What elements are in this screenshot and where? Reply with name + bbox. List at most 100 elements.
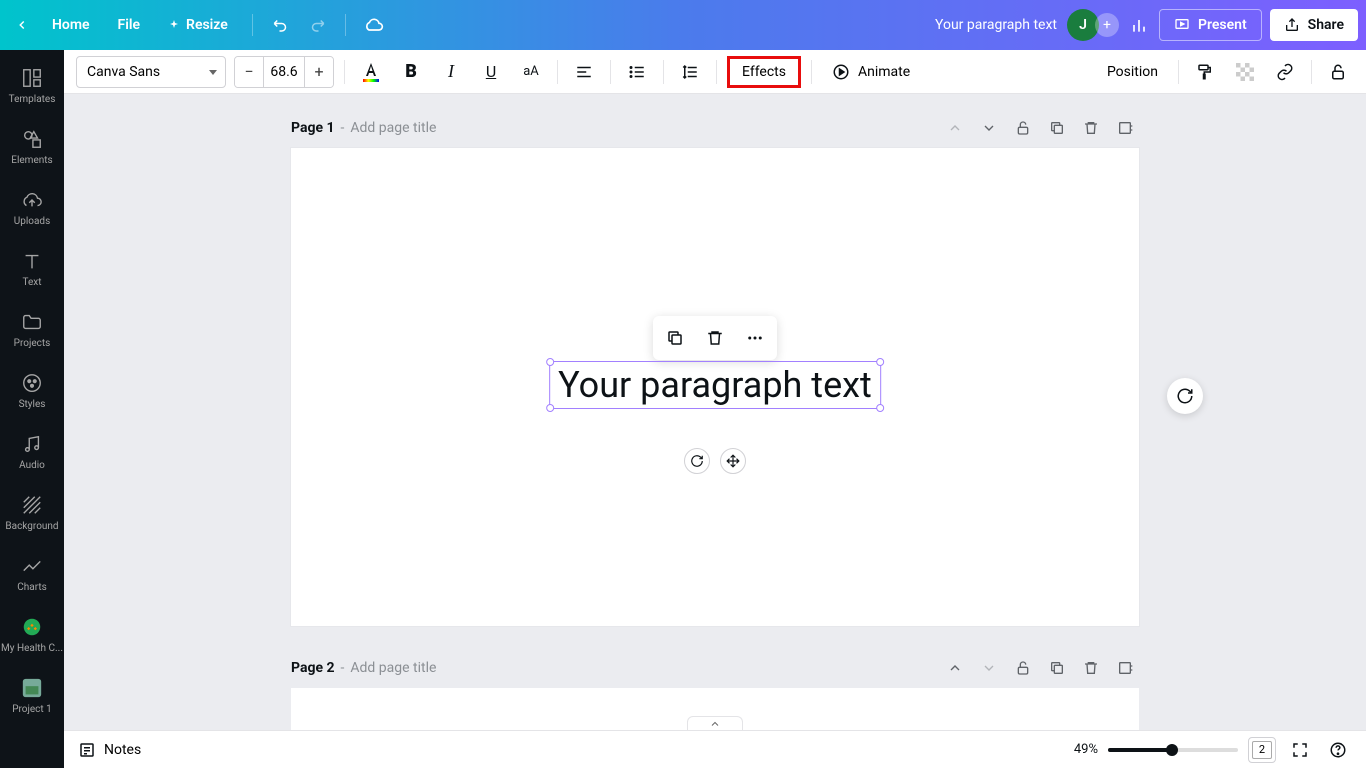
lock-page-button[interactable] [1009,654,1037,682]
sidebar-item-label: Audio [19,460,45,471]
paragraph-text-content[interactable]: Your paragraph text [558,364,872,406]
sidebar-item-audio[interactable]: Audio [0,422,64,483]
zoom-percent[interactable]: 49% [1074,742,1098,757]
animate-button[interactable]: Animate [822,56,920,88]
sidebar-item-app-project1[interactable]: Project 1 [0,666,64,727]
resize-handle-bl[interactable] [546,404,554,412]
sidebar-item-elements[interactable]: Elements [0,117,64,178]
move-button[interactable] [720,448,746,474]
sidebar-item-app-health[interactable]: My Health C... [0,605,64,666]
lock-page-button[interactable] [1009,114,1037,142]
canvas-area[interactable]: Page 1 - Add page title Your par [64,94,1366,730]
sidebar-item-background[interactable]: Background [0,483,64,544]
expand-timeline-handle[interactable] [687,716,743,730]
sidebar-item-templates[interactable]: Templates [0,56,64,117]
italic-button[interactable]: I [435,56,467,88]
notes-button[interactable]: Notes [78,741,141,759]
spacing-button[interactable] [674,56,706,88]
page-sep: - [341,120,345,136]
back-button[interactable] [8,11,36,39]
page-label: Page 2 [291,660,335,676]
collapse-up-button[interactable] [941,654,969,682]
font-size-decrease[interactable]: − [235,57,263,87]
notes-icon [78,741,96,759]
duplicate-page-button[interactable] [1043,114,1071,142]
bold-button[interactable]: B [395,56,427,88]
lock-button[interactable] [1322,56,1354,88]
duplicate-page-button[interactable] [1043,654,1071,682]
lock-icon [1329,63,1347,81]
sidebar-item-text[interactable]: Text [0,239,64,300]
effects-button[interactable]: Effects [727,56,801,88]
share-icon [1284,17,1300,33]
move-icon [726,454,740,468]
transparency-button[interactable] [1229,56,1261,88]
rotate-button[interactable] [684,448,710,474]
app-icon [20,615,44,639]
sidebar-item-uploads[interactable]: Uploads [0,178,64,239]
underline-button[interactable]: U [475,56,507,88]
collapse-down-button[interactable] [975,654,1003,682]
cloud-save-button[interactable] [358,9,390,41]
resize-handle-tr[interactable] [876,358,884,366]
separator [1178,60,1179,84]
copy-style-button[interactable] [1189,56,1221,88]
font-size-input[interactable] [263,57,305,87]
page-title-input[interactable]: Add page title [350,660,436,676]
sidebar-item-charts[interactable]: Charts [0,544,64,605]
zoom-slider[interactable] [1108,748,1238,752]
link-button[interactable] [1269,56,1301,88]
page-canvas-1[interactable]: Your paragraph text [291,148,1139,626]
delete-page-button[interactable] [1077,114,1105,142]
text-case-button[interactable]: aA [515,56,547,88]
page-header-2: Page 2 - Add page title [291,654,1139,682]
page-count-button[interactable]: 2 [1248,737,1276,763]
delete-page-button[interactable] [1077,654,1105,682]
duplicate-icon [1049,660,1065,676]
text-icon [20,249,44,273]
text-color-button[interactable] [355,56,387,88]
sidebar-item-styles[interactable]: Styles [0,361,64,422]
delete-element-button[interactable] [699,322,731,354]
text-context-toolbar: Canva Sans − + B I U aA Effects Animate … [64,50,1366,94]
trash-icon [706,329,724,347]
resize-handle-br[interactable] [876,404,884,412]
file-button[interactable]: File [106,11,153,39]
resize-button[interactable]: Resize [156,11,240,39]
selected-text-element[interactable]: Your paragraph text [549,361,881,409]
present-button[interactable]: Present [1159,9,1262,41]
help-button[interactable] [1324,736,1352,764]
charts-icon [20,554,44,578]
redo-button[interactable] [301,9,333,41]
list-button[interactable] [621,56,653,88]
element-transform-controls [684,448,746,474]
elements-icon [20,127,44,151]
add-page-button[interactable] [1111,654,1139,682]
more-options-button[interactable] [739,322,771,354]
resize-handle-tl[interactable] [546,358,554,366]
page-title-input[interactable]: Add page title [350,120,436,136]
fullscreen-button[interactable] [1286,736,1314,764]
file-label: File [118,17,141,33]
duplicate-element-button[interactable] [659,322,691,354]
font-size-increase[interactable]: + [305,57,333,87]
add-page-button[interactable] [1111,114,1139,142]
zoom-thumb[interactable] [1166,744,1178,756]
sidebar-item-label: Templates [9,94,56,105]
analytics-button[interactable] [1123,9,1155,41]
sidebar-item-projects[interactable]: Projects [0,300,64,361]
collapse-up-button[interactable] [941,114,969,142]
share-button[interactable]: Share [1270,9,1358,41]
add-collaborator-button[interactable]: + [1095,13,1119,37]
home-button[interactable]: Home [40,11,102,39]
alignment-button[interactable] [568,56,600,88]
sidebar-item-label: Projects [14,338,51,349]
undo-button[interactable] [265,9,297,41]
chevron-up-icon [947,660,963,676]
font-family-select[interactable]: Canva Sans [76,56,226,88]
font-family-value: Canva Sans [87,64,160,80]
regenerate-button[interactable] [1167,378,1203,414]
document-title[interactable]: Your paragraph text [935,17,1067,33]
collapse-down-button[interactable] [975,114,1003,142]
position-button[interactable]: Position [1097,64,1168,80]
